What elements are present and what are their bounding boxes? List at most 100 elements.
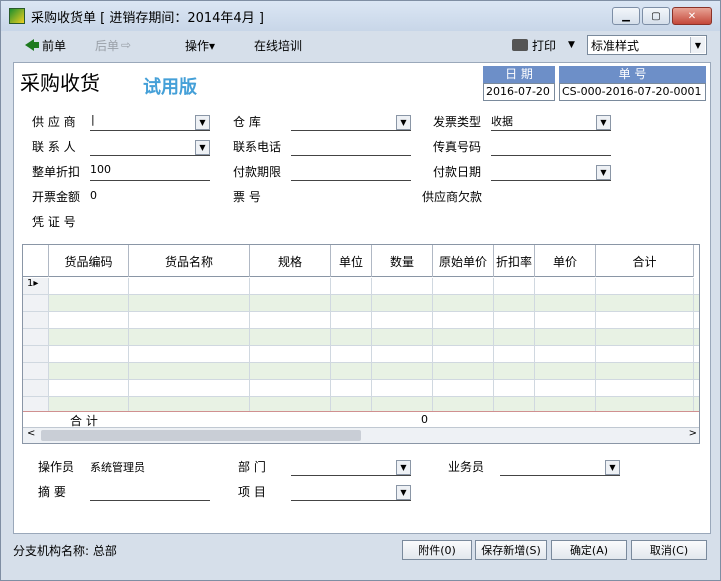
- print-button[interactable]: 打印 ▼: [512, 37, 575, 54]
- grid-cell[interactable]: [331, 278, 372, 294]
- print-style-select[interactable]: 标准样式 ▼: [587, 35, 707, 55]
- grid-cell[interactable]: [372, 278, 433, 294]
- grid-cell[interactable]: [433, 380, 494, 396]
- project-select[interactable]: ▼: [291, 483, 411, 501]
- online-training-link[interactable]: 在线培训: [254, 37, 302, 54]
- col-header[interactable]: 原始单价: [433, 245, 494, 277]
- cancel-button[interactable]: 取消(C): [631, 540, 707, 560]
- grid-cell[interactable]: [372, 295, 433, 311]
- col-header[interactable]: 规格: [250, 245, 331, 277]
- grid-cell[interactable]: [433, 363, 494, 379]
- grid-cell[interactable]: [250, 363, 331, 379]
- grid-cell[interactable]: [372, 312, 433, 328]
- dept-select[interactable]: ▼: [291, 458, 411, 476]
- next-button[interactable]: 后单 ⇨: [95, 37, 131, 54]
- table-row[interactable]: [23, 329, 699, 346]
- operate-menu[interactable]: 操作▾: [185, 37, 215, 54]
- grid-cell[interactable]: [331, 346, 372, 362]
- grid-cell[interactable]: [372, 380, 433, 396]
- grid-cell[interactable]: [535, 346, 596, 362]
- attach-button[interactable]: 附件(0): [402, 540, 472, 560]
- summary-input[interactable]: [90, 483, 210, 501]
- grid-cell[interactable]: [433, 312, 494, 328]
- grid-cell[interactable]: [535, 329, 596, 345]
- grid-cell[interactable]: [372, 363, 433, 379]
- grid-cell[interactable]: [372, 346, 433, 362]
- grid-cell[interactable]: [49, 380, 129, 396]
- grid-cell[interactable]: [494, 278, 535, 294]
- maximize-button[interactable]: ▢: [642, 7, 670, 25]
- grid-cell[interactable]: [129, 329, 250, 345]
- grid-cell[interactable]: [494, 380, 535, 396]
- grid-cell[interactable]: [331, 312, 372, 328]
- pay-term-input[interactable]: [291, 163, 411, 181]
- grid-cell[interactable]: [494, 329, 535, 345]
- col-header[interactable]: 货品名称: [129, 245, 250, 277]
- grid-cell[interactable]: [596, 295, 694, 311]
- grid-cell[interactable]: [535, 312, 596, 328]
- grid-cell[interactable]: [331, 295, 372, 311]
- grid-cell[interactable]: [129, 312, 250, 328]
- scroll-thumb[interactable]: [41, 430, 361, 441]
- grid-cell[interactable]: [250, 346, 331, 362]
- grid-cell[interactable]: [535, 363, 596, 379]
- grid-cell[interactable]: [494, 312, 535, 328]
- grid-cell[interactable]: [433, 278, 494, 294]
- table-row[interactable]: [23, 295, 699, 312]
- grid-cell[interactable]: [129, 363, 250, 379]
- minimize-button[interactable]: ▁: [612, 7, 640, 25]
- invoice-type-select[interactable]: 收据 ▼: [491, 113, 611, 131]
- grid-cell[interactable]: [433, 346, 494, 362]
- grid-cell[interactable]: [596, 346, 694, 362]
- col-header[interactable]: 单价: [535, 245, 596, 277]
- horizontal-scrollbar[interactable]: < >: [23, 427, 699, 443]
- grid-cell[interactable]: [433, 329, 494, 345]
- grid-cell[interactable]: [250, 329, 331, 345]
- grid-cell[interactable]: [535, 380, 596, 396]
- grid-cell[interactable]: [129, 380, 250, 396]
- table-row[interactable]: [23, 363, 699, 380]
- close-button[interactable]: ✕: [672, 7, 712, 25]
- grid-cell[interactable]: [535, 295, 596, 311]
- phone-input[interactable]: [291, 138, 411, 156]
- grid-cell[interactable]: [596, 380, 694, 396]
- grid-cell[interactable]: [49, 312, 129, 328]
- chevron-left-icon[interactable]: <: [27, 428, 35, 439]
- table-row[interactable]: [23, 346, 699, 363]
- prev-button[interactable]: 前单: [25, 37, 66, 54]
- grid-cell[interactable]: [331, 329, 372, 345]
- col-header[interactable]: 单位: [331, 245, 372, 277]
- grid-cell[interactable]: [494, 363, 535, 379]
- grid-cell[interactable]: [331, 380, 372, 396]
- table-row[interactable]: [23, 312, 699, 329]
- ok-button[interactable]: 确定(A): [551, 540, 627, 560]
- grid-cell[interactable]: [250, 295, 331, 311]
- table-row[interactable]: 1▸: [23, 278, 699, 295]
- grid-cell[interactable]: [596, 329, 694, 345]
- grid-cell[interactable]: [331, 363, 372, 379]
- save-new-button[interactable]: 保存新增(S): [475, 540, 547, 560]
- col-header[interactable]: 合计: [596, 245, 694, 277]
- grid-cell[interactable]: [494, 346, 535, 362]
- grid-cell[interactable]: [494, 295, 535, 311]
- grid-cell[interactable]: [596, 363, 694, 379]
- grid-cell[interactable]: [250, 380, 331, 396]
- pay-date-select[interactable]: ▼: [491, 163, 611, 181]
- supplier-select[interactable]: | ▼: [90, 113, 210, 131]
- salesman-select[interactable]: ▼: [500, 458, 620, 476]
- grid-cell[interactable]: [596, 278, 694, 294]
- col-header[interactable]: 货品编码: [49, 245, 129, 277]
- warehouse-select[interactable]: ▼: [291, 113, 411, 131]
- table-row[interactable]: [23, 380, 699, 397]
- bill-no-field[interactable]: CS-000-2016-07-20-0001: [559, 83, 706, 101]
- items-grid[interactable]: 货品编码 货品名称 规格 单位 数量 原始单价 折扣率 单价 合计 1▸ 合 计…: [22, 244, 700, 444]
- grid-cell[interactable]: [49, 329, 129, 345]
- grid-cell[interactable]: [129, 295, 250, 311]
- contact-select[interactable]: ▼: [90, 138, 210, 156]
- grid-cell[interactable]: [596, 312, 694, 328]
- grid-cell[interactable]: [535, 278, 596, 294]
- discount-input[interactable]: 100: [90, 163, 210, 181]
- chevron-right-icon[interactable]: >: [689, 428, 697, 439]
- col-header[interactable]: 数量: [372, 245, 433, 277]
- grid-cell[interactable]: [49, 346, 129, 362]
